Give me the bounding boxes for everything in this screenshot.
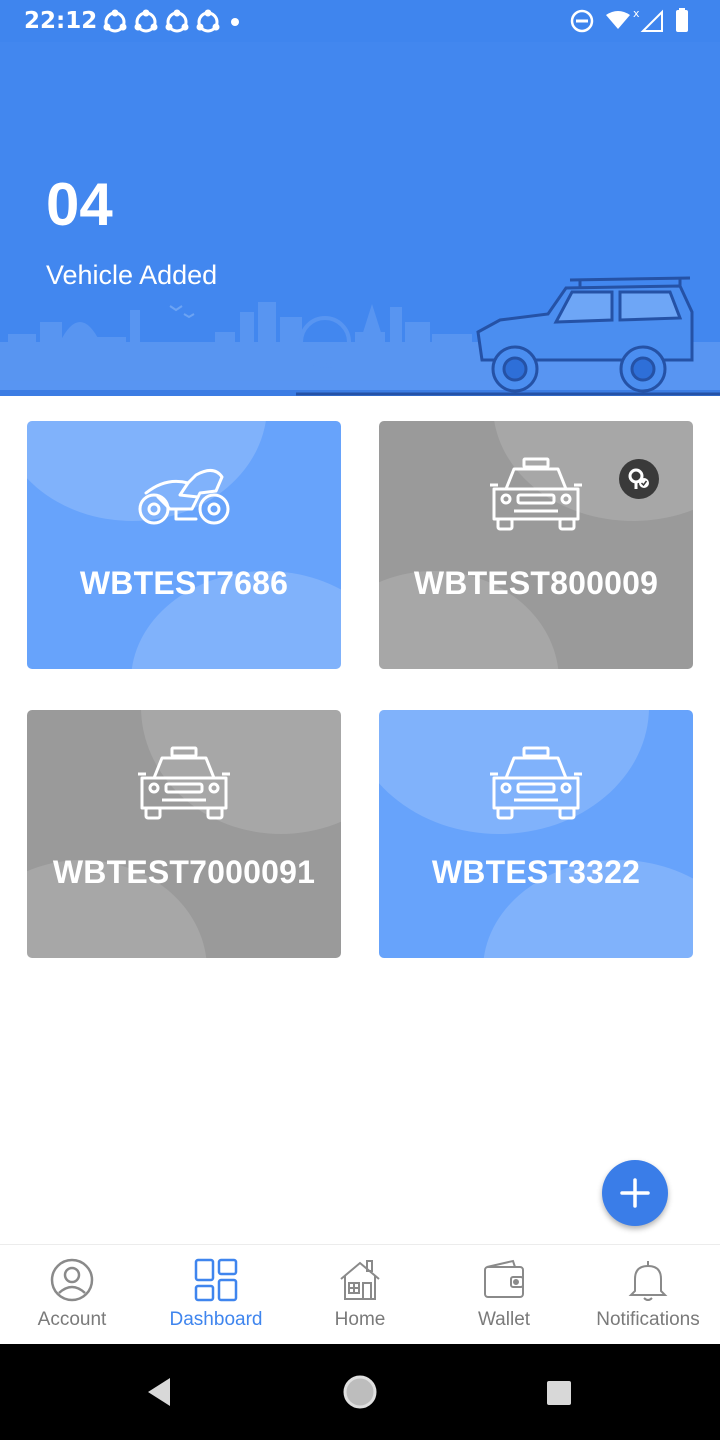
nav-item-account[interactable]: Account xyxy=(0,1245,144,1345)
wallet-icon xyxy=(484,1259,524,1298)
vehicle-count-label: Vehicle Added xyxy=(46,260,218,290)
motorcycle-icon xyxy=(138,469,230,525)
nav-item-home[interactable]: Home xyxy=(288,1245,432,1345)
nav-label: Wallet xyxy=(477,1309,531,1330)
vehicle-count: 04 xyxy=(46,171,113,238)
vehicle-plate: WBTEST7000091 xyxy=(52,854,316,890)
nav-item-wallet[interactable]: Wallet xyxy=(432,1245,576,1345)
vehicle-plate: WBTEST3322 xyxy=(431,854,641,890)
nav-label: Dashboard xyxy=(169,1309,263,1330)
system-navigation-bar xyxy=(0,1344,720,1440)
back-icon[interactable] xyxy=(144,1376,174,1408)
recents-icon[interactable] xyxy=(545,1379,573,1407)
plus-icon xyxy=(620,1178,650,1208)
account-icon xyxy=(50,1258,94,1302)
car-icon xyxy=(490,457,582,531)
nav-label: Home xyxy=(334,1309,386,1330)
home-button-icon[interactable] xyxy=(342,1374,378,1410)
svg-text:x: x xyxy=(633,7,640,20)
home-icon xyxy=(340,1260,380,1300)
bottom-navigation: Account Dashboard Home Wallet Notificati… xyxy=(0,1244,720,1344)
hero-banner: 04 Vehicle Added xyxy=(0,42,720,396)
add-vehicle-button[interactable] xyxy=(602,1160,668,1226)
status-time: 22:12 xyxy=(24,8,98,34)
key-badge-icon[interactable] xyxy=(619,459,659,499)
dashboard-icon xyxy=(194,1258,238,1302)
vehicle-card[interactable]: WBTEST800009 xyxy=(379,421,693,669)
nav-label: Account xyxy=(37,1309,107,1330)
nav-label: Notifications xyxy=(596,1309,700,1330)
vehicle-card[interactable]: WBTEST7000091 xyxy=(27,710,341,958)
vehicle-plate: WBTEST7686 xyxy=(79,565,289,601)
bell-icon xyxy=(628,1261,668,1301)
vehicle-plate: WBTEST800009 xyxy=(413,565,659,601)
car-icon xyxy=(490,746,582,820)
car-icon xyxy=(138,746,230,820)
status-right-icons: x xyxy=(570,7,688,33)
notification-icons xyxy=(103,9,239,33)
status-bar: 22:12 x xyxy=(0,0,720,42)
nav-item-dashboard[interactable]: Dashboard xyxy=(144,1245,288,1345)
vehicle-card[interactable]: WBTEST3322 xyxy=(379,710,693,958)
nav-item-notifications[interactable]: Notifications xyxy=(576,1245,720,1345)
vehicle-card[interactable]: WBTEST7686 xyxy=(27,421,341,669)
